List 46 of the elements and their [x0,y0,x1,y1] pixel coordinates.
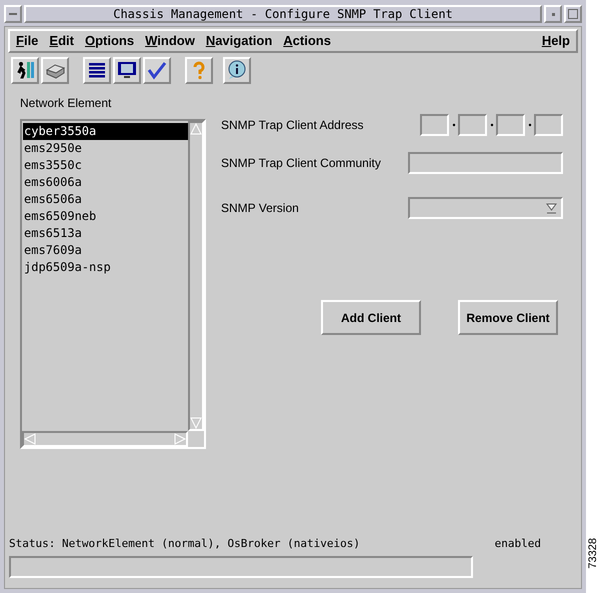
list-item[interactable]: ems6513a [23,225,188,242]
field-label: SNMP Version [221,200,299,217]
octet-field[interactable] [496,114,525,136]
list-item[interactable]: ems3550c [23,157,188,174]
field-label: SNMP Trap Client Address [221,117,364,134]
list-item[interactable]: ems2950e [23,140,188,157]
menu-item[interactable]: Edit [49,31,74,51]
list-item[interactable]: ems6006a [23,174,188,191]
monitor-icon[interactable] [113,56,141,84]
dropdown-arrow-icon [546,202,557,214]
window-menu-button[interactable] [4,5,22,23]
menu-item[interactable]: Actions [283,31,331,51]
figure-number: 73328 [586,538,600,569]
list-item[interactable]: ems6509neb [23,208,188,225]
dot-icon [527,123,533,127]
menu-item[interactable]: Navigation [206,31,272,51]
octet-field[interactable] [420,114,449,136]
list-label: Network Element [20,95,112,112]
menu-item[interactable]: Options [84,31,134,51]
field-label: SNMP Trap Client Community [221,155,381,172]
remove-client-button[interactable]: Remove Client [458,300,558,335]
add-client-button[interactable]: Add Client [321,300,421,335]
dot-icon [451,123,457,127]
list-item[interactable]: ems6506a [23,191,188,208]
menu-item[interactable]: Window [145,31,195,51]
status-text: Status: NetworkElement (normal), OsBroker (nativeios) [9,536,360,552]
checkmark-icon[interactable] [143,56,171,84]
window-title: Chassis Management - Configure SNMP Trap Client [24,5,542,23]
list-item[interactable]: ems7609a [23,242,188,259]
dot-icon [489,123,495,127]
minimize-button[interactable] [544,5,562,23]
status-state: enabled [494,536,541,552]
exit-icon[interactable] [11,56,39,84]
version-dropdown[interactable] [408,197,563,219]
list-item[interactable]: cyber3550a [23,123,188,140]
community-field[interactable] [408,152,563,174]
printer-icon[interactable] [41,56,69,84]
list-icon[interactable] [83,56,111,84]
octet-field[interactable] [458,114,487,136]
menu-item[interactable]: Help [542,31,570,51]
menu-item[interactable]: File [16,31,38,51]
info-icon[interactable] [223,56,251,84]
octet-field[interactable] [534,114,563,136]
help-icon[interactable] [185,56,213,84]
maximize-button[interactable] [564,5,582,23]
list-item[interactable]: jdp6509a-nsp [23,259,188,276]
